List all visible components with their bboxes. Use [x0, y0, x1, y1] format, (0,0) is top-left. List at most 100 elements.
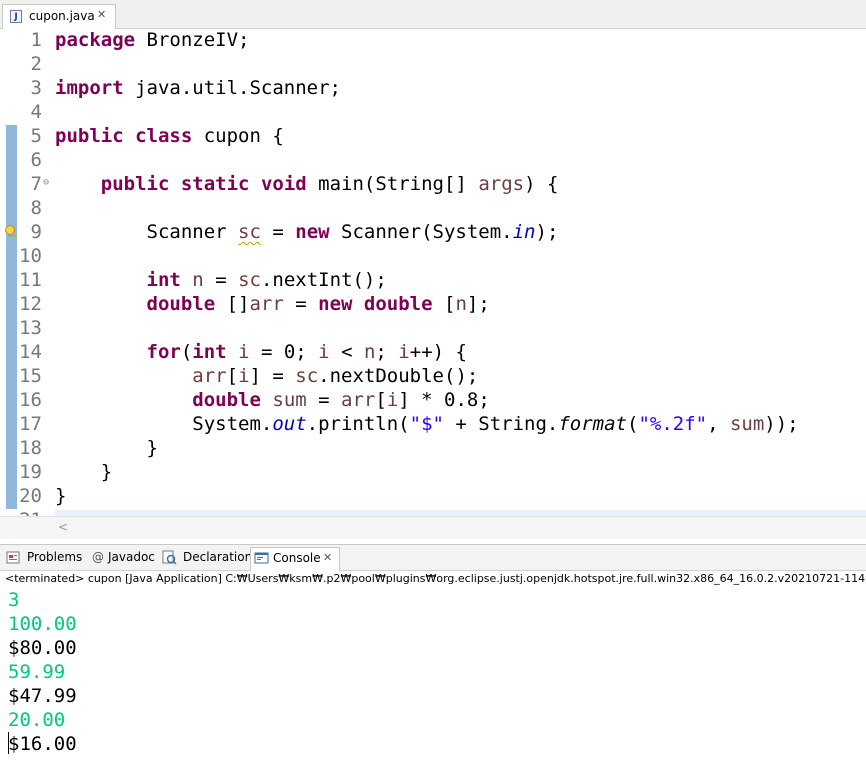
code-token: class — [135, 125, 193, 147]
code-token: Scanner(System. — [329, 221, 513, 243]
code-token: main(String[] — [306, 173, 479, 195]
code-line: 18 } — [0, 436, 866, 460]
code-token: , — [707, 413, 730, 435]
at-icon: @ — [92, 550, 104, 564]
tab-problems-label: Problems — [27, 550, 83, 564]
code-token: ++) { — [409, 341, 467, 363]
line-number: 19 — [19, 461, 42, 483]
console-output[interactable]: 3 100.00 $80.00 59.99 $47.99 20.00 $16.00 — [0, 588, 866, 771]
code-token: for — [146, 341, 181, 363]
console-input-line: 3 — [8, 589, 20, 611]
code-token: new — [295, 221, 330, 243]
code-token: import — [55, 77, 124, 99]
code-text: double sum = arr[i] * 0.8; — [55, 388, 490, 412]
code-line: 16 double sum = arr[i] * 0.8; — [0, 388, 866, 412]
terminated-status: <terminated> cupon [Java Application] C:… — [5, 572, 866, 585]
code-line: 8 — [0, 196, 866, 220]
code-token: .nextInt(); — [260, 269, 387, 291]
code-token: = — [203, 269, 239, 291]
line-number: 20 — [19, 485, 42, 507]
code-line: 15 arr[i] = sc.nextDouble(); — [0, 364, 866, 388]
fold-toggle-icon[interactable]: ⊖ — [43, 172, 49, 194]
code-token: [ — [432, 293, 456, 315]
code-token: double — [192, 389, 261, 411]
tab-console-label: Console — [273, 551, 321, 565]
code-line: 14 for(int i = 0; i < n; i++) { — [0, 340, 866, 364]
close-icon[interactable]: ✕ — [323, 551, 332, 564]
code-token: i — [238, 365, 250, 387]
code-token: public — [100, 173, 170, 195]
tab-declaration[interactable]: Declaration — [162, 550, 252, 568]
tab-javadoc[interactable]: @ Javadoc — [92, 550, 156, 568]
line-number: 15 — [19, 365, 42, 387]
line-number: 6 — [30, 149, 42, 171]
editor-tab-cupon-java[interactable]: J cupon.java ✕ — [2, 4, 116, 29]
console-output-line: $80.00 — [8, 637, 77, 659]
console-input-line: 20.00 — [8, 709, 66, 731]
tab-console[interactable]: Console ✕ — [250, 547, 340, 571]
code-token: ]; — [466, 293, 490, 315]
code-token: = — [306, 389, 342, 411]
code-token: ; — [375, 341, 399, 363]
code-token: out — [272, 413, 307, 435]
close-icon[interactable]: ✕ — [97, 8, 106, 21]
console-output-line: $47.99 — [8, 685, 77, 707]
tab-javadoc-label: Javadoc — [108, 550, 155, 564]
line-number: 4 — [30, 101, 42, 123]
code-token: format — [558, 413, 627, 435]
editor-tab-bar: J cupon.java ✕ — [0, 0, 866, 29]
problems-icon — [6, 551, 20, 564]
code-token: } — [55, 437, 158, 459]
code-token: = 0; — [249, 341, 319, 363]
editor-horizontal-scrollbar[interactable]: < — [0, 516, 866, 539]
code-token: static — [180, 173, 250, 195]
line-number: 11 — [19, 269, 42, 291]
panel-tab-bar: Problems @ Javadoc Declaration Console ✕ — [0, 544, 866, 571]
line-number: 21 — [18, 508, 42, 516]
code-editor[interactable]: 1 package BronzeIV; 2 3 import java.util.Sca… — [0, 29, 866, 516]
code-token: .nextDouble(); — [318, 365, 479, 387]
code-token: i — [318, 341, 330, 363]
tab-declaration-label: Declaration — [183, 550, 253, 564]
code-token: double — [363, 293, 433, 315]
code-token: sc — [295, 365, 319, 387]
code-line: 3 import java.util.Scanner; — [0, 76, 866, 100]
code-token: BronzeIV; — [135, 29, 250, 51]
tab-problems[interactable]: Problems — [6, 550, 84, 568]
line-number: 16 — [19, 389, 42, 411]
code-token: int — [192, 341, 227, 363]
warning-lightbulb-icon[interactable] — [4, 224, 18, 238]
code-token: i — [238, 341, 250, 363]
code-text: double []arr = new double [n]; — [55, 292, 490, 316]
code-token: + String. — [443, 413, 559, 435]
scroll-left-icon[interactable]: < — [58, 520, 68, 534]
code-token: = — [283, 293, 319, 315]
line-number: 10 — [19, 245, 42, 267]
code-line: 20} — [0, 484, 866, 508]
code-token: "$" — [409, 413, 444, 435]
code-line: 5 public class cupon { — [0, 124, 866, 148]
code-line: 17 System.out.println("$" + String.forma… — [0, 412, 866, 436]
code-line: 21 — [0, 508, 866, 516]
code-line: 4 — [0, 100, 866, 124]
code-token: )); — [764, 413, 799, 435]
line-number: 9 — [30, 221, 42, 243]
code-token: void — [260, 173, 307, 195]
code-token: n — [455, 293, 467, 315]
code-token: sc — [238, 269, 261, 291]
code-token: package — [55, 29, 136, 51]
code-line: 7 ⊖ public static void main(String[] args… — [0, 172, 866, 196]
code-token: ); — [535, 221, 559, 243]
code-token: System. — [55, 413, 273, 435]
console-input-line: 59.99 — [8, 661, 66, 683]
